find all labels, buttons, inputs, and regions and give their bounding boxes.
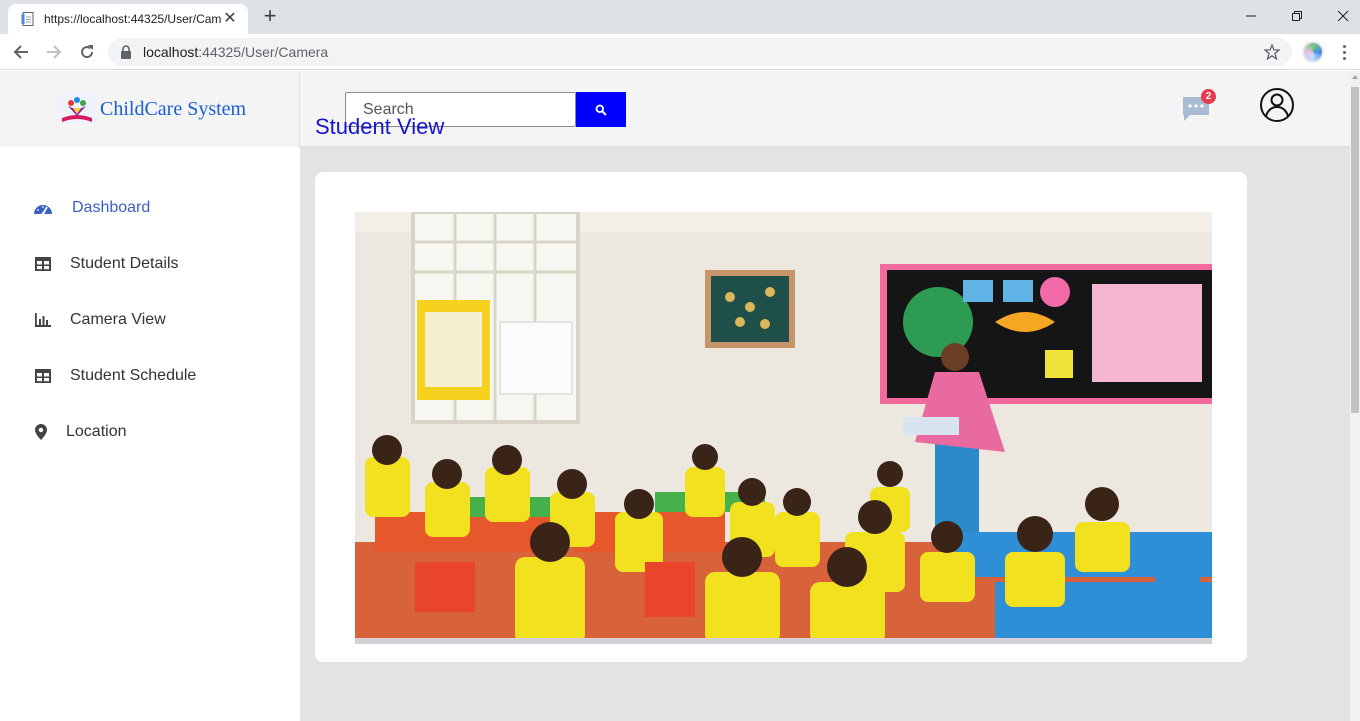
profile-avatar-icon[interactable] — [1302, 41, 1324, 63]
classroom-photo-illustration — [355, 212, 1212, 644]
bar-chart-icon — [33, 310, 53, 330]
childcare-logo-icon — [58, 94, 96, 124]
dashboard-icon — [33, 198, 53, 218]
sidebar-item-label: Camera View — [70, 311, 166, 328]
address-bar[interactable]: localhost:44325/User/Camera — [108, 38, 1292, 66]
table-icon — [33, 254, 53, 274]
image-bottom-strip — [355, 638, 1212, 644]
sidebar-item-dashboard[interactable]: Dashboard — [0, 188, 300, 228]
sidebar-item-camera-view[interactable]: Camera View — [0, 300, 300, 340]
sidebar-item-location[interactable]: Location — [0, 412, 300, 452]
table-icon — [33, 366, 53, 386]
scroll-up-icon[interactable] — [1352, 75, 1358, 79]
tab-close-icon[interactable]: ✕ — [222, 11, 238, 27]
top-bar: 2 — [300, 71, 1350, 147]
notification-badge: 2 — [1201, 89, 1216, 104]
sidebar-item-label: Student Schedule — [70, 367, 197, 384]
forward-button[interactable] — [42, 40, 66, 64]
sidebar-item-student-details[interactable]: Student Details — [0, 244, 300, 284]
search-icon — [595, 104, 607, 116]
url-text: localhost:44325/User/Camera — [143, 44, 328, 60]
sidebar-item-label: Dashboard — [72, 199, 151, 216]
sidebar-item-student-schedule[interactable]: Student Schedule — [0, 356, 300, 396]
page-title: Student View — [315, 114, 445, 139]
reload-icon — [81, 45, 94, 59]
minimize-icon — [1246, 15, 1256, 17]
restore-button[interactable] — [1274, 2, 1320, 30]
brand-name: ChildCare System — [100, 97, 247, 120]
page-icon — [21, 12, 34, 26]
sidebar-item-label: Location — [66, 423, 127, 440]
page-scrollbar[interactable] — [1350, 71, 1360, 721]
location-pin-icon — [31, 422, 51, 442]
back-button[interactable] — [9, 40, 33, 64]
user-profile-icon[interactable] — [1259, 87, 1295, 123]
sidebar: Dashboard Student Details Camera View St… — [0, 147, 300, 721]
classroom-camera-image — [355, 212, 1212, 644]
reload-button[interactable] — [75, 40, 99, 64]
lock-icon — [121, 45, 131, 59]
browser-toolbar: localhost:44325/User/Camera — [0, 34, 1360, 70]
bookmark-star-icon[interactable] — [1264, 44, 1280, 60]
arrow-right-icon — [47, 45, 62, 59]
close-window-button[interactable] — [1320, 2, 1360, 30]
minimize-button[interactable] — [1228, 2, 1274, 30]
sidebar-item-label: Student Details — [70, 255, 179, 272]
browser-tab-bar: https://localhost:44325/User/Camera ✕ + — [0, 0, 1360, 34]
url-host: localhost — [143, 44, 199, 60]
new-tab-button[interactable]: + — [259, 5, 281, 27]
close-icon — [1337, 10, 1349, 22]
search-button[interactable] — [576, 92, 626, 127]
scrollbar-thumb[interactable] — [1351, 87, 1359, 413]
browser-menu-icon[interactable] — [1336, 41, 1352, 63]
arrow-left-icon — [13, 45, 28, 59]
camera-card — [315, 172, 1247, 662]
restore-icon — [1292, 11, 1302, 21]
browser-tab[interactable]: https://localhost:44325/User/Camera ✕ — [8, 4, 248, 34]
url-path: :44325/User/Camera — [198, 44, 329, 60]
brand-header[interactable]: ChildCare System — [0, 71, 300, 147]
tab-title: https://localhost:44325/User/Camera — [44, 12, 222, 26]
